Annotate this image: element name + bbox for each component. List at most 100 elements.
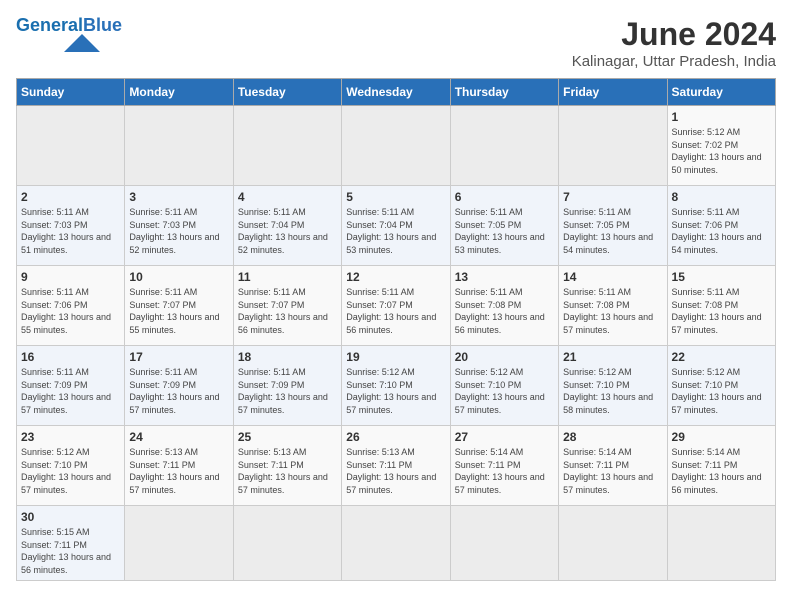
day-number: 9 [21,270,120,284]
day-number: 30 [21,510,120,524]
calendar-cell [342,506,450,581]
calendar-cell [17,106,125,186]
logo-blue: Blue [83,15,122,35]
column-header-saturday: Saturday [667,79,775,106]
day-number: 15 [672,270,771,284]
day-number: 25 [238,430,337,444]
day-number: 13 [455,270,554,284]
calendar-cell [233,506,341,581]
day-info: Sunrise: 5:12 AMSunset: 7:10 PMDaylight:… [346,366,445,416]
day-info: Sunrise: 5:11 AMSunset: 7:07 PMDaylight:… [129,286,228,336]
column-header-monday: Monday [125,79,233,106]
day-info: Sunrise: 5:11 AMSunset: 7:07 PMDaylight:… [346,286,445,336]
calendar-cell [667,506,775,581]
calendar-cell: 27 Sunrise: 5:14 AMSunset: 7:11 PMDayligh… [450,426,558,506]
day-info: Sunrise: 5:11 AMSunset: 7:08 PMDaylight:… [455,286,554,336]
calendar-cell: 10Sunrise: 5:11 AMSunset: 7:07 PMDayligh… [125,266,233,346]
day-info: Sunrise: 5:14 AMSunset: 7:11 PMDaylight:… [455,446,554,496]
calendar-cell: 15 Sunrise: 5:11 AMSunset: 7:08 PMDayligh… [667,266,775,346]
calendar-cell: 25Sunrise: 5:13 AMSunset: 7:11 PMDayligh… [233,426,341,506]
day-number: 17 [129,350,228,364]
calendar-cell: 17 Sunrise: 5:11 AMSunset: 7:09 PMDayligh… [125,346,233,426]
calendar-cell: 14 Sunrise: 5:11 AMSunset: 7:08 PMDayligh… [559,266,667,346]
day-number: 6 [455,190,554,204]
page-subtitle: Kalinagar, Uttar Pradesh, India [572,53,776,70]
calendar-cell: 13 Sunrise: 5:11 AMSunset: 7:08 PMDayligh… [450,266,558,346]
calendar-cell: 21Sunrise: 5:12 AMSunset: 7:10 PMDayligh… [559,346,667,426]
day-number: 11 [238,270,337,284]
column-header-wednesday: Wednesday [342,79,450,106]
day-info: Sunrise: 5:12 AMSunset: 7:10 PMDaylight:… [455,366,554,416]
day-info: Sunrise: 5:11 AMSunset: 7:06 PMDaylight:… [21,286,120,336]
day-number: 19 [346,350,445,364]
calendar-cell: 4Sunrise: 5:11 AMSunset: 7:04 PMDaylight… [233,186,341,266]
day-number: 2 [21,190,120,204]
day-info: Sunrise: 5:12 AMSunset: 7:10 PMDaylight:… [21,446,120,496]
calendar-cell: 5 Sunrise: 5:11 AMSunset: 7:04 PMDaylight… [342,186,450,266]
day-number: 16 [21,350,120,364]
day-info: Sunrise: 5:11 AMSunset: 7:09 PMDaylight:… [129,366,228,416]
calendar-cell [559,106,667,186]
logo-general: General [16,15,83,35]
day-info: Sunrise: 5:11 AMSunset: 7:07 PMDaylight:… [238,286,337,336]
page-title: June 2024 [572,16,776,53]
day-number: 8 [672,190,771,204]
day-info: Sunrise: 5:14 AMSunset: 7:11 PMDaylight:… [672,446,771,496]
day-info: Sunrise: 5:11 AMSunset: 7:08 PMDaylight:… [563,286,662,336]
day-info: Sunrise: 5:11 AMSunset: 7:09 PMDaylight:… [238,366,337,416]
day-number: 1 [672,110,771,124]
logo-icon [64,34,100,52]
column-header-tuesday: Tuesday [233,79,341,106]
calendar-cell [342,106,450,186]
day-info: Sunrise: 5:11 AMSunset: 7:08 PMDaylight:… [672,286,771,336]
day-info: Sunrise: 5:12 AMSunset: 7:02 PMDaylight:… [672,126,771,176]
day-info: Sunrise: 5:11 AMSunset: 7:09 PMDaylight:… [21,366,120,416]
calendar-cell [450,506,558,581]
calendar-cell: 8 Sunrise: 5:11 AMSunset: 7:06 PMDaylight… [667,186,775,266]
day-number: 27 [455,430,554,444]
calendar-cell: 19 Sunrise: 5:12 AMSunset: 7:10 PMDayligh… [342,346,450,426]
day-info: Sunrise: 5:12 AMSunset: 7:10 PMDaylight:… [563,366,662,416]
day-info: Sunrise: 5:11 AMSunset: 7:05 PMDaylight:… [455,206,554,256]
calendar-cell: 28 Sunrise: 5:14 AMSunset: 7:11 PMDayligh… [559,426,667,506]
calendar-cell: 3 Sunrise: 5:11 AMSunset: 7:03 PMDaylight… [125,186,233,266]
day-info: Sunrise: 5:11 AMSunset: 7:03 PMDaylight:… [21,206,120,256]
day-info: Sunrise: 5:13 AMSunset: 7:11 PMDaylight:… [346,446,445,496]
day-info: Sunrise: 5:11 AMSunset: 7:03 PMDaylight:… [129,206,228,256]
calendar-cell: 11 Sunrise: 5:11 AMSunset: 7:07 PMDayligh… [233,266,341,346]
header: GeneralBlue June 2024 Kalinagar, Uttar P… [16,16,776,70]
calendar-cell: 9 Sunrise: 5:11 AMSunset: 7:06 PMDaylight… [17,266,125,346]
calendar-cell [125,506,233,581]
day-number: 23 [21,430,120,444]
day-info: Sunrise: 5:12 AMSunset: 7:10 PMDaylight:… [672,366,771,416]
day-info: Sunrise: 5:11 AMSunset: 7:04 PMDaylight:… [346,206,445,256]
calendar-cell: 16 Sunrise: 5:11 AMSunset: 7:09 PMDayligh… [17,346,125,426]
calendar-cell: 30 Sunrise: 5:15 AMSunset: 7:11 PMDayligh… [17,506,125,581]
day-number: 7 [563,190,662,204]
day-info: Sunrise: 5:13 AMSunset: 7:11 PMDaylight:… [129,446,228,496]
day-info: Sunrise: 5:14 AMSunset: 7:11 PMDaylight:… [563,446,662,496]
calendar-cell: 1 Sunrise: 5:12 AMSunset: 7:02 PMDaylight… [667,106,775,186]
calendar-cell: 29Sunrise: 5:14 AMSunset: 7:11 PMDayligh… [667,426,775,506]
calendar-cell: 2 Sunrise: 5:11 AMSunset: 7:03 PMDaylight… [17,186,125,266]
day-number: 12 [346,270,445,284]
calendar-header-row: SundayMondayTuesdayWednesdayThursdayFrid… [17,79,776,106]
day-number: 20 [455,350,554,364]
day-info: Sunrise: 5:15 AMSunset: 7:11 PMDaylight:… [21,526,120,576]
day-number: 3 [129,190,228,204]
day-number: 22 [672,350,771,364]
day-number: 28 [563,430,662,444]
day-info: Sunrise: 5:11 AMSunset: 7:05 PMDaylight:… [563,206,662,256]
column-header-thursday: Thursday [450,79,558,106]
title-area: June 2024 Kalinagar, Uttar Pradesh, Indi… [572,16,776,70]
calendar-cell: 26 Sunrise: 5:13 AMSunset: 7:11 PMDayligh… [342,426,450,506]
day-number: 26 [346,430,445,444]
calendar-cell: 12 Sunrise: 5:11 AMSunset: 7:07 PMDayligh… [342,266,450,346]
calendar-cell: 24Sunrise: 5:13 AMSunset: 7:11 PMDayligh… [125,426,233,506]
day-info: Sunrise: 5:11 AMSunset: 7:06 PMDaylight:… [672,206,771,256]
day-number: 5 [346,190,445,204]
calendar-cell [233,106,341,186]
calendar-table: SundayMondayTuesdayWednesdayThursdayFrid… [16,78,776,581]
day-number: 4 [238,190,337,204]
day-number: 14 [563,270,662,284]
